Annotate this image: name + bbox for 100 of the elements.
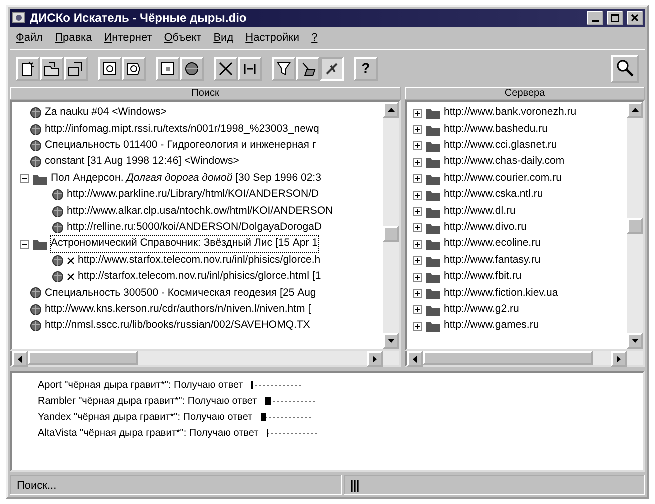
tree-item[interactable]: http://www.cci.glasnet.ru: [444, 138, 558, 154]
menu-item[interactable]: Файл: [16, 30, 44, 46]
tree-item[interactable]: http://www.bank.voronezh.ru: [444, 105, 577, 122]
horizontal-scrollbar[interactable]: [10, 351, 402, 367]
scroll-thumb[interactable]: [423, 351, 594, 365]
tree-item[interactable]: http://www.chas-daily.com: [444, 154, 565, 170]
menu-item[interactable]: Интернет: [104, 30, 152, 46]
tree-item[interactable]: http://nmsl.sscc.ru/lib/books/russian/002/SAVEHOMQ.TX: [45, 318, 310, 334]
vertical-scrollbar[interactable]: [383, 102, 400, 349]
funnel-icon: [275, 60, 293, 78]
menu-item[interactable]: ?: [312, 30, 318, 46]
menu-item[interactable]: Объект: [164, 30, 202, 46]
scroll-right-button[interactable]: [611, 351, 627, 367]
expand-icon[interactable]: [413, 108, 422, 118]
toolbar-button[interactable]: [98, 56, 122, 80]
magnifier-button[interactable]: [611, 54, 639, 82]
tree-item[interactable]: http://infomag.mipt.rssi.ru/texts/n001r/1998_%23003_newq: [45, 122, 320, 138]
tree-item[interactable]: http://www.kns.kerson.ru/cdr/authors/n/niven.l/niven.htm [: [45, 302, 312, 318]
tree-item[interactable]: http://www.divo.ru: [444, 220, 527, 236]
log-line: AltaVista "чёрная дыра гравит*": Получаю ответ: [38, 426, 259, 440]
toolbar-button[interactable]: [272, 56, 296, 80]
left-arrow-icon: [18, 356, 22, 362]
up-arrow-icon: [632, 108, 638, 112]
menu-item[interactable]: Правка: [55, 30, 92, 46]
tree-item[interactable]: http://www.courier.com.ru: [444, 170, 562, 187]
scroll-left-button[interactable]: [407, 351, 424, 367]
toolbar-button[interactable]: [238, 56, 262, 80]
help-button[interactable]: ?: [354, 56, 378, 80]
toolbar-button[interactable]: [320, 56, 344, 80]
tree-item[interactable]: http://www.parkline.ru/Library/html/KOI/ANDERSON/D: [67, 187, 320, 204]
toolbar-button[interactable]: [16, 56, 40, 80]
globe-icon: [52, 222, 64, 234]
tree-item[interactable]: Специальность 300500 - Космическая геодезия [25 Aug: [45, 286, 316, 302]
expand-icon[interactable]: [413, 322, 422, 331]
activity-indicator-icon: [351, 480, 360, 492]
tree-item[interactable]: http://www.bashedu.ru: [444, 122, 548, 138]
tree-item[interactable]: http://www.alkar.clp.usa/ntochk.ow/html/KOI/ANDERSON: [67, 204, 334, 220]
expand-icon[interactable]: [413, 272, 422, 282]
expand-icon[interactable]: [413, 256, 422, 266]
pane-header[interactable]: Сервера: [405, 87, 645, 100]
toolbar-button[interactable]: [122, 56, 146, 80]
tree-item[interactable]: Астрономический Справочник: Звёздный Лис [15 Apr 1: [51, 236, 318, 252]
open-icon: [43, 60, 61, 78]
scroll-down-button[interactable]: [383, 333, 400, 349]
tree-item[interactable]: http://starfox.telecom.nov.ru/inl/phisics/glorce.html [1: [78, 269, 322, 285]
expand-icon[interactable]: [413, 240, 422, 249]
menu-item[interactable]: Вид: [214, 30, 234, 46]
toolbar-button[interactable]: [64, 56, 88, 80]
scroll-down-button[interactable]: [627, 333, 643, 349]
tree-item[interactable]: Специальность 011400 - Гидрогеология и инженерная г: [45, 138, 316, 154]
tree-item[interactable]: http://www.fiction.kiev.ua: [444, 286, 558, 302]
tree-item[interactable]: http://www.dl.ru: [444, 204, 516, 220]
tree-item[interactable]: http://relline.ru:5000/koi/ANDERSON/DolgayaDorogaD: [67, 220, 322, 236]
expand-icon[interactable]: [413, 141, 422, 150]
scroll-thumb[interactable]: [627, 218, 643, 234]
expand-icon[interactable]: [413, 125, 422, 134]
tree-item[interactable]: http://www.ecoline.ru: [444, 236, 541, 252]
expand-icon[interactable]: [413, 207, 422, 216]
expand-icon[interactable]: [413, 190, 422, 200]
expand-icon[interactable]: [413, 223, 422, 232]
maximize-icon: [610, 13, 620, 23]
minimize-button[interactable]: [587, 11, 603, 25]
expand-icon[interactable]: [413, 305, 422, 314]
tree-item[interactable]: Пол Андерсон. Долгая дорога домой [30 Sep 1996 02:3: [51, 170, 322, 187]
toolbar-button[interactable]: [40, 56, 64, 80]
tree-item[interactable]: http://www.cska.ntl.ru: [444, 187, 544, 204]
toolbar-button[interactable]: [180, 56, 204, 80]
folder-icon: [425, 106, 442, 120]
scroll-left-button[interactable]: [12, 351, 28, 367]
expand-icon[interactable]: [413, 158, 422, 167]
maximize-button[interactable]: [607, 11, 623, 25]
toolbar-button[interactable]: [296, 56, 320, 80]
globe-icon: [30, 124, 42, 136]
scroll-thumb[interactable]: [383, 226, 400, 242]
expand-icon[interactable]: [413, 174, 422, 184]
pane-header[interactable]: Поиск: [10, 87, 402, 100]
scroll-right-button[interactable]: [367, 351, 384, 367]
toolbar-button[interactable]: [214, 56, 238, 80]
collapse-icon[interactable]: [20, 174, 29, 184]
globe-icon: [30, 156, 42, 168]
tree-item[interactable]: http://www.games.ru: [444, 318, 540, 334]
scroll-thumb[interactable]: [28, 351, 138, 365]
folder-icon: [425, 155, 442, 170]
tree-item[interactable]: http://www.g2.ru: [444, 302, 520, 318]
scroll-up-button[interactable]: [383, 102, 400, 118]
horizontal-scrollbar[interactable]: [405, 351, 645, 367]
expand-icon[interactable]: [413, 288, 422, 298]
scroll-up-button[interactable]: [627, 102, 643, 118]
collapse-icon[interactable]: [20, 240, 29, 249]
vertical-scrollbar[interactable]: [627, 102, 643, 349]
tree-item[interactable]: constant [31 Aug 1998 12:46] <Windows>: [45, 154, 240, 170]
tree-item[interactable]: http://www.starfox.telecom.nov.ru/inl/phisics/glorce.h: [78, 252, 321, 269]
tree-item[interactable]: http://www.fantasy.ru: [444, 252, 541, 269]
menu-item[interactable]: Настройки: [246, 30, 300, 46]
search-icon: [615, 58, 635, 78]
globe-icon: [30, 107, 42, 120]
tree-item[interactable]: http://www.fbit.ru: [444, 269, 522, 285]
toolbar-button[interactable]: [156, 56, 180, 80]
close-button[interactable]: [627, 11, 643, 25]
tree-item[interactable]: Za nauku #04 <Windows>: [45, 105, 167, 122]
